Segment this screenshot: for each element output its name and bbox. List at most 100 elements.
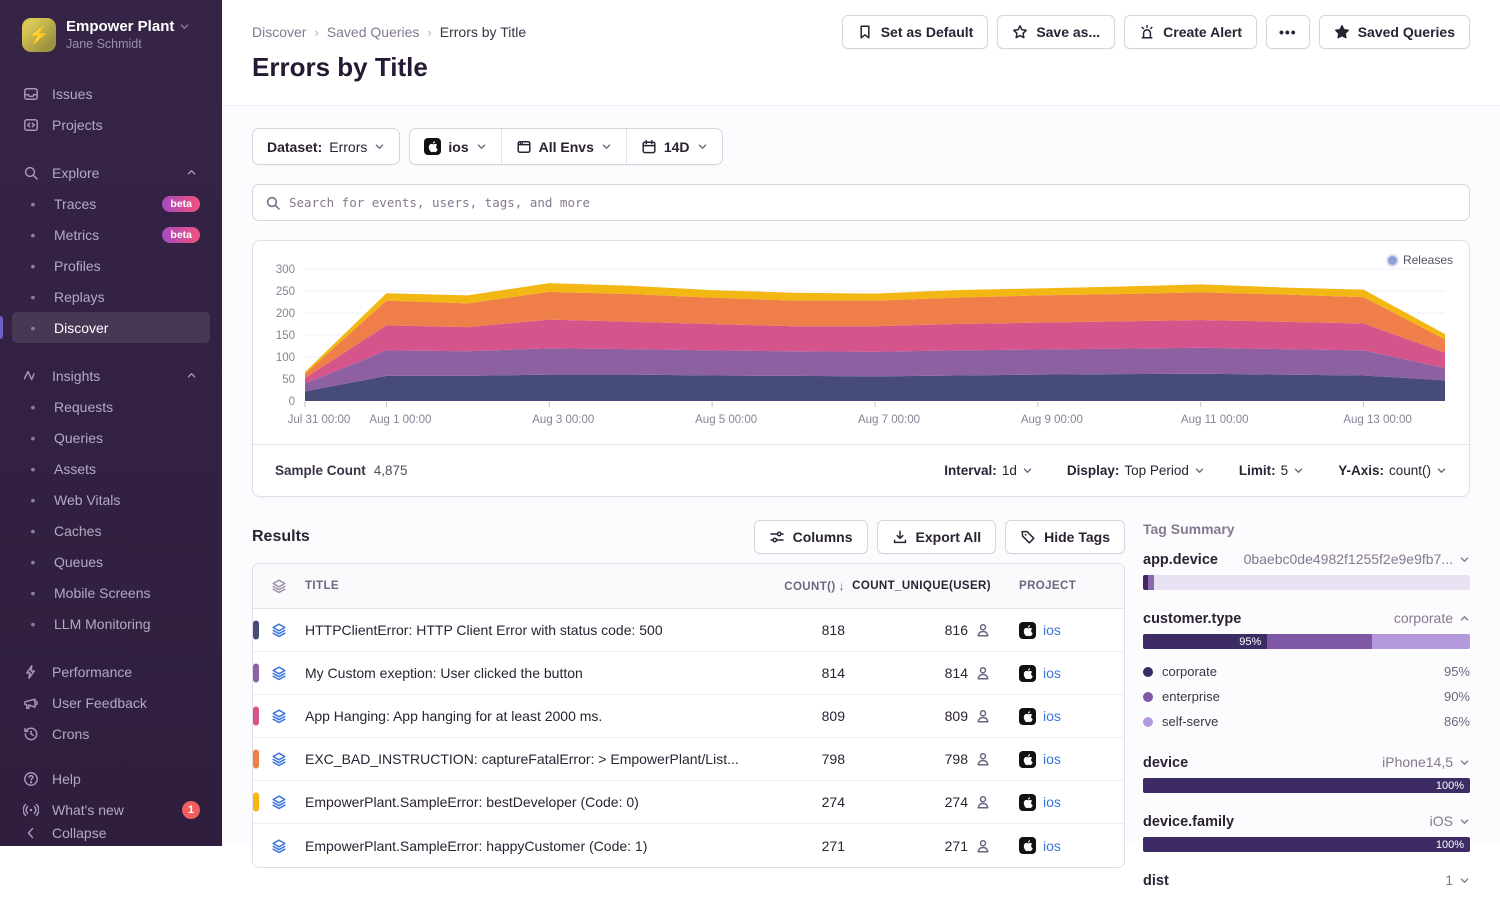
sidebar-item-queries[interactable]: •Queries xyxy=(12,422,210,453)
sidebar-item-caches[interactable]: •Caches xyxy=(12,515,210,546)
dataset-selector[interactable]: Dataset: Errors xyxy=(253,129,399,164)
sidebar-item-llm-monitoring[interactable]: •LLM Monitoring xyxy=(12,608,210,639)
tag-header[interactable]: app.device 0baebc0de4982f1255f2e9e9fb7..… xyxy=(1143,551,1470,575)
layers-icon[interactable] xyxy=(253,708,305,724)
columns-button[interactable]: Columns xyxy=(754,520,868,554)
layers-icon[interactable] xyxy=(253,794,305,810)
tag-header[interactable]: customer.type corporate xyxy=(1143,610,1470,634)
sidebar-group-insights[interactable]: Insights xyxy=(12,360,210,391)
display-selector[interactable]: Display: Top Period xyxy=(1067,463,1205,478)
sidebar-item-help[interactable]: Help xyxy=(12,763,210,794)
sidebar-item-whats-new[interactable]: What's new1 xyxy=(12,794,210,825)
sidebar-item-label: Performance xyxy=(52,664,132,680)
layers-icon xyxy=(253,578,305,594)
chevron-down-icon xyxy=(1022,465,1033,476)
tag-legend-row[interactable]: enterprise 90% xyxy=(1143,684,1470,709)
saved-queries-button[interactable]: Saved Queries xyxy=(1319,15,1470,49)
sidebar-item-traces[interactable]: •Tracesbeta xyxy=(12,188,210,219)
tag-header[interactable]: dist 1 xyxy=(1143,872,1470,896)
tag-bar-segment[interactable] xyxy=(1267,634,1372,649)
svg-text:50: 50 xyxy=(282,374,295,386)
sidebar-group-explore[interactable]: Explore xyxy=(12,157,210,188)
svg-text:Aug 3 00:00: Aug 3 00:00 xyxy=(532,414,594,426)
sidebar-collapse[interactable]: Collapse xyxy=(12,825,210,841)
error-title-link[interactable]: My Custom exeption: User clicked the but… xyxy=(305,665,754,681)
tag-bar-segment[interactable]: 95% xyxy=(1143,634,1267,649)
project-link[interactable]: ios xyxy=(1043,794,1061,810)
set-as-default-button[interactable]: Set as Default xyxy=(842,15,989,49)
chevron-down-icon xyxy=(1459,554,1470,565)
tag-header[interactable]: device iPhone14,5 xyxy=(1143,754,1470,778)
tag-bar-segment[interactable] xyxy=(1154,575,1470,590)
layers-icon[interactable] xyxy=(253,751,305,767)
search-input[interactable] xyxy=(289,195,1457,210)
breadcrumb-link[interactable]: Discover xyxy=(252,24,306,40)
area-series[interactable]: HTTPClientError: HTTP Client Error with … xyxy=(305,374,1445,401)
error-title-link[interactable]: HTTPClientError: HTTP Client Error with … xyxy=(305,622,754,638)
chevron-down-icon xyxy=(697,141,708,152)
project-link[interactable]: ios xyxy=(1043,622,1061,638)
table-row: My Custom exeption: User clicked the but… xyxy=(253,652,1124,695)
bullet-icon: • xyxy=(24,616,42,632)
bullet-icon: • xyxy=(24,258,42,274)
releases-legend[interactable]: Releases xyxy=(1388,253,1453,267)
stacked-area-chart[interactable]: HTTPClientError: HTTP Client Error with … xyxy=(253,241,1467,439)
error-title-link[interactable]: EmpowerPlant.SampleError: bestDeveloper … xyxy=(305,794,754,810)
sidebar-item-requests[interactable]: •Requests xyxy=(12,391,210,422)
org-logo-icon: ⚡ xyxy=(22,18,56,52)
sidebar-item-assets[interactable]: •Assets xyxy=(12,453,210,484)
tag-bar-segment[interactable]: 100% xyxy=(1143,778,1470,793)
sidebar-item-performance[interactable]: Performance xyxy=(12,656,210,687)
sidebar-item-metrics[interactable]: •Metricsbeta xyxy=(12,219,210,250)
tag-header[interactable]: device.family iOS xyxy=(1143,813,1470,837)
apple-icon xyxy=(1019,708,1036,725)
svg-text:Aug 5 00:00: Aug 5 00:00 xyxy=(695,414,757,426)
sidebar-item-issues[interactable]: Issues xyxy=(12,78,210,109)
save-as-button[interactable]: Save as... xyxy=(997,15,1115,49)
layers-icon[interactable] xyxy=(253,665,305,681)
project-link[interactable]: ios xyxy=(1043,665,1061,681)
svg-text:300: 300 xyxy=(276,264,295,276)
col-count-unique[interactable]: COUNT_UNIQUE(USER) xyxy=(869,580,1019,592)
breadcrumb-link[interactable]: Saved Queries xyxy=(327,24,420,40)
export-all-button[interactable]: Export All xyxy=(877,520,997,554)
code-folder-icon xyxy=(22,117,40,133)
y-axis-selector[interactable]: Y-Axis: count() xyxy=(1338,463,1447,478)
date-range-selector[interactable]: 14D xyxy=(626,129,722,164)
sidebar-item-replays[interactable]: •Replays xyxy=(12,281,210,312)
button-label: Set as Default xyxy=(881,24,974,40)
sidebar-item-label: Help xyxy=(52,771,81,787)
project-link[interactable]: ios xyxy=(1043,708,1061,724)
limit-selector[interactable]: Limit: 5 xyxy=(1239,463,1304,478)
sidebar-item-discover[interactable]: •Discover xyxy=(12,312,210,343)
tag-bar-segment[interactable] xyxy=(1372,634,1470,649)
tag-legend-row[interactable]: self-serve 86% xyxy=(1143,709,1470,734)
sidebar-item-queues[interactable]: •Queues xyxy=(12,546,210,577)
sidebar-item-web-vitals[interactable]: •Web Vitals xyxy=(12,484,210,515)
sidebar-item-label: Queues xyxy=(54,554,103,570)
more-button[interactable]: ••• xyxy=(1266,15,1310,49)
col-project[interactable]: PROJECT xyxy=(1019,580,1124,592)
header-actions: Set as Default Save as... Create Alert ••• S… xyxy=(842,15,1470,49)
sidebar-item-profiles[interactable]: •Profiles xyxy=(12,250,210,281)
sidebar-item-crons[interactable]: Crons xyxy=(12,718,210,749)
org-switcher[interactable]: ⚡ Empower Plant Jane Schmidt xyxy=(12,14,210,56)
tag-legend-row[interactable]: corporate 95% xyxy=(1143,659,1470,684)
project-selector[interactable]: ios xyxy=(410,129,500,164)
interval-selector[interactable]: Interval: 1d xyxy=(944,463,1033,478)
project-link[interactable]: ios xyxy=(1043,751,1061,767)
hide-tags-button[interactable]: Hide Tags xyxy=(1005,520,1125,554)
error-title-link[interactable]: EXC_BAD_INSTRUCTION: captureFatalError: … xyxy=(305,751,754,767)
create-alert-button[interactable]: Create Alert xyxy=(1124,15,1257,49)
error-title-link[interactable]: App Hanging: App hanging for at least 20… xyxy=(305,708,754,724)
sidebar-item-projects[interactable]: Projects xyxy=(12,109,210,140)
tag-summary-panel: Tag Summary app.device 0baebc0de4982f125… xyxy=(1143,519,1470,916)
tag-bar-segment[interactable]: 100% xyxy=(1143,837,1470,852)
sliders-icon xyxy=(769,529,785,545)
chevron-down-icon xyxy=(601,141,612,152)
col-title[interactable]: TITLE xyxy=(305,580,754,592)
layers-icon[interactable] xyxy=(253,622,305,638)
environment-selector[interactable]: All Envs xyxy=(501,129,626,164)
sidebar-item-mobile-screens[interactable]: •Mobile Screens xyxy=(12,577,210,608)
sidebar-item-user-feedback[interactable]: User Feedback xyxy=(12,687,210,718)
